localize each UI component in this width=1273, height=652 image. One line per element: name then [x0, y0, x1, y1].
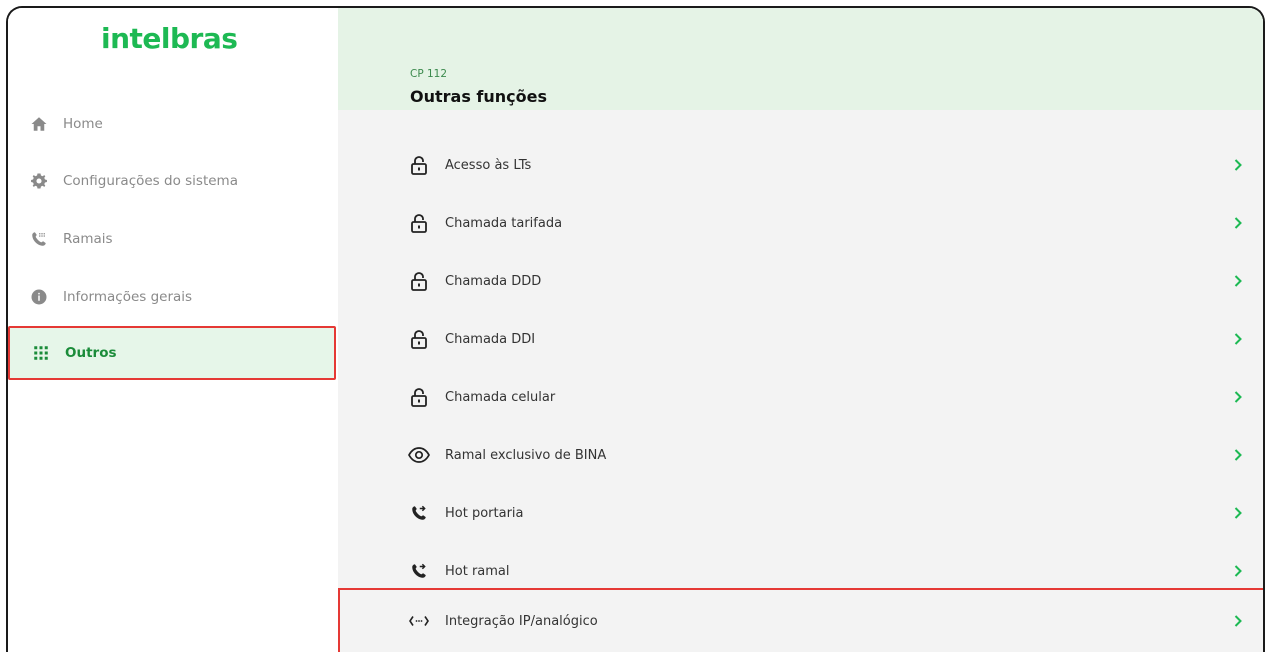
list-item-label: Hot portaria: [445, 505, 524, 521]
home-icon: [28, 113, 50, 135]
list-item-chamada-celular[interactable]: Chamada celular: [338, 368, 1263, 426]
list-item-integracao-ip[interactable]: Integração IP/analógico: [338, 588, 1263, 652]
list-item-acesso-lts[interactable]: Acesso às LTs: [338, 136, 1263, 194]
sidebar-item-ramais[interactable]: Ramais: [8, 212, 336, 266]
chevron-right-icon: [1231, 614, 1245, 628]
sidebar-item-system-settings[interactable]: Configurações do sistema: [8, 154, 336, 208]
list-item-label: Chamada celular: [445, 389, 556, 405]
chevron-right-icon: [1231, 332, 1245, 346]
sidebar-item-label: Outros: [65, 345, 117, 361]
phone-dialpad-icon: [28, 228, 50, 250]
sidebar-item-label: Configurações do sistema: [63, 173, 238, 189]
list-item-ramal-bina[interactable]: Ramal exclusivo de BINA: [338, 426, 1263, 484]
phone-forward-icon: [408, 560, 430, 582]
sidebar-item-general-info[interactable]: Informações gerais: [8, 270, 336, 324]
code-arrows-icon: [408, 610, 430, 632]
chevron-right-icon: [1231, 506, 1245, 520]
list-item-label: Hot ramal: [445, 563, 510, 579]
chevron-right-icon: [1231, 216, 1245, 230]
phone-forward-icon: [408, 502, 430, 524]
list-item-hot-portaria[interactable]: Hot portaria: [338, 484, 1263, 542]
sidebar: intelbras Home Configurações do sistema: [8, 8, 338, 652]
sidebar-item-label: Home: [63, 116, 103, 132]
chevron-right-icon: [1231, 390, 1245, 404]
list-item-label: Chamada DDD: [445, 273, 542, 289]
lock-icon: [408, 270, 430, 292]
page-header: CP 112 Outras funções: [338, 8, 1263, 110]
app-window: intelbras Home Configurações do sistema: [6, 6, 1265, 652]
list-item-label: Integração IP/analógico: [445, 613, 598, 629]
list-item-label: Chamada tarifada: [445, 215, 563, 231]
chevron-right-icon: [1231, 564, 1245, 578]
list-item-label: Ramal exclusivo de BINA: [445, 447, 607, 463]
chevron-right-icon: [1231, 274, 1245, 288]
list-item-label: Acesso às LTs: [445, 157, 532, 173]
list-item-chamada-ddd[interactable]: Chamada DDD: [338, 252, 1263, 310]
info-icon: [28, 286, 50, 308]
lock-icon: [408, 154, 430, 176]
main-content: CP 112 Outras funções Acesso às LTs Cham…: [338, 8, 1263, 652]
sidebar-item-outros[interactable]: Outros: [8, 326, 336, 380]
list-item-chamada-tarifada[interactable]: Chamada tarifada: [338, 194, 1263, 252]
lock-icon: [408, 386, 430, 408]
sidebar-item-label: Informações gerais: [63, 289, 193, 305]
list-item-chamada-ddi[interactable]: Chamada DDI: [338, 310, 1263, 368]
page-title: Outras funções: [410, 87, 548, 106]
list-item-label: Chamada DDI: [445, 331, 536, 347]
grid-icon: [30, 342, 52, 364]
sidebar-item-home[interactable]: Home: [8, 97, 336, 151]
sidebar-item-label: Ramais: [63, 231, 113, 247]
lock-icon: [408, 328, 430, 350]
eye-icon: [408, 444, 430, 466]
chevron-right-icon: [1231, 158, 1245, 172]
chevron-right-icon: [1231, 448, 1245, 462]
breadcrumb: CP 112: [410, 68, 448, 80]
gear-icon: [28, 170, 50, 192]
brand-logo: intelbras: [101, 22, 238, 55]
lock-icon: [408, 212, 430, 234]
